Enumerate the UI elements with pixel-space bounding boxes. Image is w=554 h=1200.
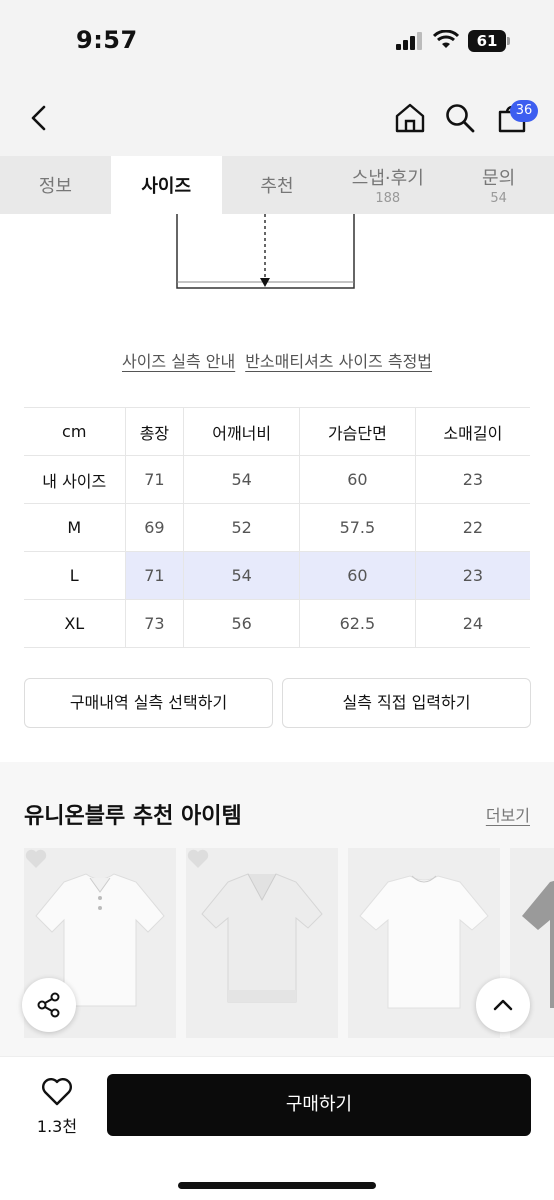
table-cell: 60 xyxy=(299,455,416,504)
table-cell: 22 xyxy=(414,503,530,552)
table-cell: 73 xyxy=(124,599,184,648)
back-arrow-icon[interactable] xyxy=(24,102,56,134)
tab-label: 사이즈 xyxy=(141,176,192,197)
tab-label: 문의 xyxy=(482,168,516,189)
tab-recommend[interactable]: 추천 xyxy=(222,156,333,214)
recommend-title: 유니온블루 추천 아이템 xyxy=(24,804,242,829)
header-cell: 어깨너비 xyxy=(183,407,300,456)
table-cell: 24 xyxy=(414,599,530,648)
size-guide-link[interactable]: 사이즈 실측 안내 xyxy=(122,352,235,371)
table-cell: 54 xyxy=(183,551,300,600)
battery-cap xyxy=(507,37,510,45)
size-table: cm 총장 어깨너비 가슴단면 소매길이 내 사이즈 71 54 60 23 M… xyxy=(24,407,530,648)
home-indicator xyxy=(178,1182,376,1189)
table-header-row: cm 총장 어깨너비 가슴단면 소매길이 xyxy=(24,407,530,456)
status-bar: 9:57 61 xyxy=(0,0,554,78)
table-row: 내 사이즈 71 54 60 23 xyxy=(24,455,530,504)
tab-snap-review[interactable]: 스냅·후기 188 xyxy=(332,156,443,214)
tab-bar: 정보 사이즈 추천 스냅·후기 188 문의 54 xyxy=(0,156,554,214)
home-icon[interactable] xyxy=(394,102,426,134)
tab-inquiry[interactable]: 문의 54 xyxy=(443,156,554,214)
table-row: XL 73 56 62.5 24 xyxy=(24,599,530,648)
product-image xyxy=(201,873,323,1003)
recommend-carousel[interactable] xyxy=(24,848,554,1062)
size-label: XL xyxy=(24,599,125,648)
table-cell: 23 xyxy=(414,551,530,600)
table-cell: 52 xyxy=(183,503,300,552)
wishlist-heart-icon[interactable] xyxy=(186,848,210,870)
size-label: 내 사이즈 xyxy=(24,455,125,504)
like-button[interactable]: 1.3천 xyxy=(30,1077,84,1137)
tab-label: 추천 xyxy=(260,176,294,197)
search-icon[interactable] xyxy=(444,102,476,134)
tab-size[interactable]: 사이즈 xyxy=(110,156,222,214)
buy-button[interactable]: 구매하기 xyxy=(107,1074,531,1136)
table-cell: 56 xyxy=(183,599,300,648)
wifi-icon xyxy=(433,30,459,48)
status-time: 9:57 xyxy=(76,26,138,54)
battery-icon: 61 xyxy=(468,30,506,52)
table-cell: 69 xyxy=(124,503,184,552)
direct-input-measure-button[interactable]: 실측 직접 입력하기 xyxy=(282,678,531,728)
table-cell: 57.5 xyxy=(299,503,416,552)
table-cell: 23 xyxy=(414,455,530,504)
share-icon xyxy=(37,992,60,1018)
measure-method-link[interactable]: 반소매티셔츠 사이즈 측정법 xyxy=(245,352,432,371)
tab-label: 스냅·후기 xyxy=(351,168,424,189)
bottom-action-bar: 1.3천 구매하기 xyxy=(0,1056,554,1200)
scroll-to-top-button[interactable] xyxy=(476,978,530,1032)
like-count: 1.3천 xyxy=(36,1117,78,1136)
share-button[interactable] xyxy=(22,978,76,1032)
table-cell: 71 xyxy=(124,551,184,600)
header-cell: cm xyxy=(24,407,125,456)
table-row-highlighted: L 71 54 60 23 xyxy=(24,551,530,600)
heart-icon xyxy=(42,1078,72,1106)
signal-icon xyxy=(396,32,424,50)
tab-label: 정보 xyxy=(38,176,72,197)
size-diagram xyxy=(176,214,355,289)
product-card[interactable] xyxy=(186,848,338,1038)
more-link[interactable]: 더보기 xyxy=(486,802,530,826)
table-row: M 69 52 57.5 22 xyxy=(24,503,530,552)
table-cell: 54 xyxy=(183,455,300,504)
tab-count: 54 xyxy=(490,191,507,206)
size-label: L xyxy=(24,551,125,600)
recommend-section: 유니온블루 추천 아이템 더보기 xyxy=(0,762,554,1062)
table-cell: 60 xyxy=(299,551,416,600)
header-cell: 소매길이 xyxy=(414,407,530,456)
top-nav xyxy=(0,78,554,156)
select-purchase-measure-button[interactable]: 구매내역 실측 선택하기 xyxy=(24,678,273,728)
cart-count-badge: 36 xyxy=(510,100,538,122)
tab-count: 188 xyxy=(375,191,401,206)
header-cell: 총장 xyxy=(124,407,184,456)
header-cell: 가슴단면 xyxy=(299,407,416,456)
wishlist-heart-icon[interactable] xyxy=(24,848,48,870)
chevron-up-icon xyxy=(493,999,513,1011)
table-cell: 62.5 xyxy=(299,599,416,648)
tab-info[interactable]: 정보 xyxy=(0,156,111,214)
size-label: M xyxy=(24,503,125,552)
table-cell: 71 xyxy=(124,455,184,504)
size-guide-links: 사이즈 실측 안내 반소매티셔츠 사이즈 측정법 xyxy=(0,348,554,372)
